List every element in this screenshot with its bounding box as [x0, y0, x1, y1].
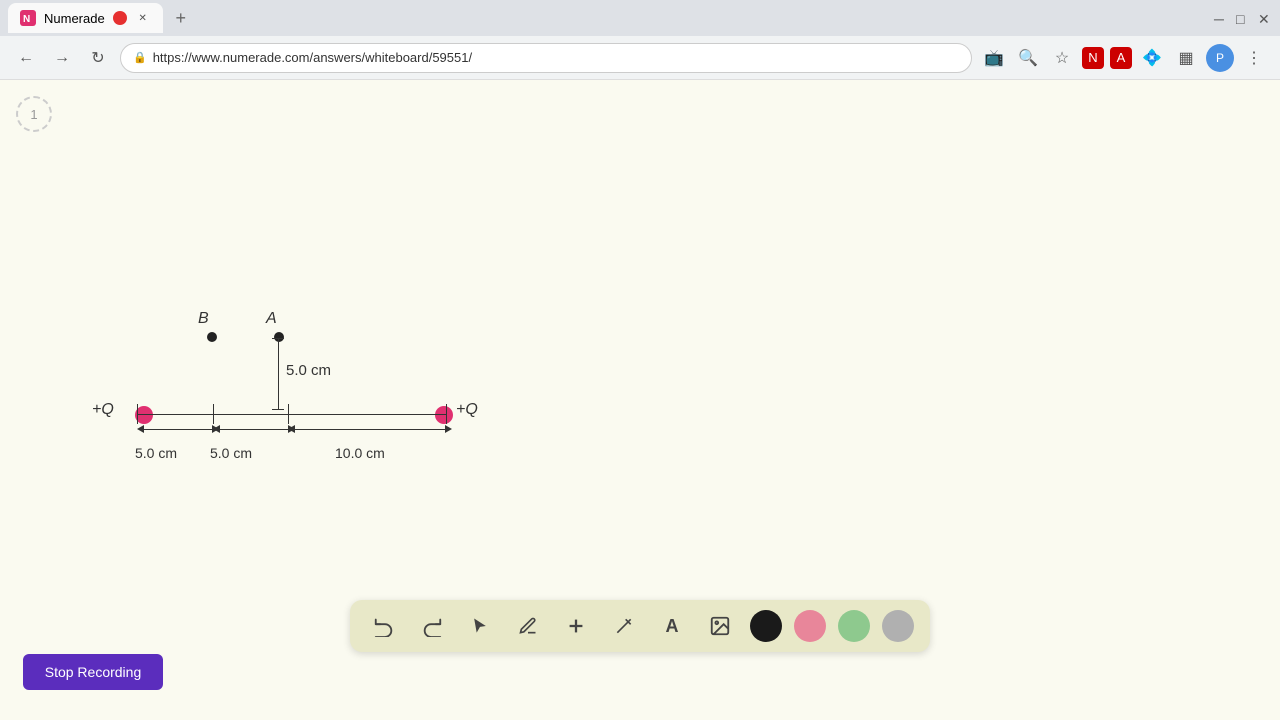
- new-tab-button[interactable]: +: [167, 4, 195, 32]
- url-text: https://www.numerade.com/answers/whitebo…: [153, 50, 472, 65]
- tick-4: [446, 404, 447, 424]
- search-icon[interactable]: 🔍: [1014, 44, 1042, 72]
- maximize-button[interactable]: □: [1236, 11, 1250, 25]
- vertical-measurement-line: [278, 338, 279, 410]
- label-right-charge: +Q: [456, 401, 478, 419]
- measurement-label-3: 10.0 cm: [335, 445, 385, 461]
- pen-tool-button[interactable]: [510, 608, 546, 644]
- horizontal-line: [137, 414, 447, 415]
- forward-button[interactable]: →: [48, 44, 76, 72]
- minimize-button[interactable]: ─: [1214, 11, 1228, 25]
- recording-dot: [113, 11, 127, 25]
- arrow-group-2: [213, 425, 295, 433]
- vert-top-tick: [272, 338, 284, 339]
- color-green[interactable]: [838, 610, 870, 642]
- arrow-right-3: [445, 425, 452, 433]
- arrow-left-3: [288, 425, 295, 433]
- arrow-line-1: [144, 429, 212, 430]
- nav-bar: ← → ↻ 🔒 https://www.numerade.com/answers…: [0, 36, 1280, 80]
- profile-avatar[interactable]: P: [1206, 44, 1234, 72]
- point-A: [274, 332, 284, 342]
- window-controls: ─ □ ✕: [1214, 11, 1272, 25]
- arrow-group-1: [137, 425, 219, 433]
- stop-recording-button[interactable]: Stop Recording: [23, 654, 163, 690]
- label-5cm-vertical: 5.0 cm: [286, 362, 331, 379]
- point-B: [207, 332, 217, 342]
- vert-bottom-tick: [272, 409, 284, 410]
- color-black[interactable]: [750, 610, 782, 642]
- title-bar: N Numerade ✕ + ─ □ ✕: [0, 0, 1280, 36]
- cast-icon[interactable]: 📺: [980, 44, 1008, 72]
- browser-frame: N Numerade ✕ + ─ □ ✕ ← → ↻ 🔒 https://www…: [0, 0, 1280, 720]
- label-A: A: [266, 310, 277, 328]
- redo-button[interactable]: [414, 608, 450, 644]
- address-bar[interactable]: 🔒 https://www.numerade.com/answers/white…: [120, 43, 972, 73]
- tick-1: [137, 404, 138, 424]
- highlighter-button[interactable]: [606, 608, 642, 644]
- extension-icon-3[interactable]: 💠: [1138, 44, 1166, 72]
- tab-title: Numerade: [44, 11, 105, 26]
- nav-right-icons: 📺 🔍 ☆ N A 💠 ▦ P ⋮: [980, 44, 1268, 72]
- page-number: 1: [30, 107, 37, 122]
- add-button[interactable]: [558, 608, 594, 644]
- svg-text:N: N: [23, 14, 30, 25]
- menu-button[interactable]: ⋮: [1240, 44, 1268, 72]
- dot-right-charge: [435, 406, 453, 424]
- arrow-line-3: [295, 429, 445, 430]
- arrow-left-1: [137, 425, 144, 433]
- bookmark-icon[interactable]: ☆: [1048, 44, 1076, 72]
- image-tool-button[interactable]: [702, 608, 738, 644]
- tab-close-button[interactable]: ✕: [135, 10, 151, 26]
- reload-button[interactable]: ↻: [84, 44, 112, 72]
- tick-2: [213, 404, 214, 424]
- select-tool-button[interactable]: [462, 608, 498, 644]
- color-pink[interactable]: [794, 610, 826, 642]
- color-gray[interactable]: [882, 610, 914, 642]
- label-left-charge: +Q: [92, 401, 114, 419]
- extension-icon-2[interactable]: A: [1110, 47, 1132, 69]
- page-badge: 1: [16, 96, 52, 132]
- extension-icon-1[interactable]: N: [1082, 47, 1104, 69]
- close-button[interactable]: ✕: [1258, 11, 1272, 25]
- measurement-label-2: 5.0 cm: [210, 445, 252, 461]
- arrow-left-2: [213, 425, 220, 433]
- arrow-group-3: [288, 425, 452, 433]
- lock-icon: 🔒: [133, 51, 147, 64]
- back-button[interactable]: ←: [12, 44, 40, 72]
- tick-3: [288, 404, 289, 424]
- arrow-line-2: [220, 429, 288, 430]
- undo-button[interactable]: [366, 608, 402, 644]
- text-tool-button[interactable]: A: [654, 608, 690, 644]
- toolbar: A: [350, 600, 930, 652]
- extension-icon-4[interactable]: ▦: [1172, 44, 1200, 72]
- label-B: B: [198, 310, 209, 328]
- tab-favicon: N: [20, 10, 36, 26]
- browser-tab[interactable]: N Numerade ✕: [8, 3, 163, 33]
- measurement-label-1: 5.0 cm: [135, 445, 177, 461]
- whiteboard: 1 B A 5.0 cm +Q +Q: [0, 80, 1280, 720]
